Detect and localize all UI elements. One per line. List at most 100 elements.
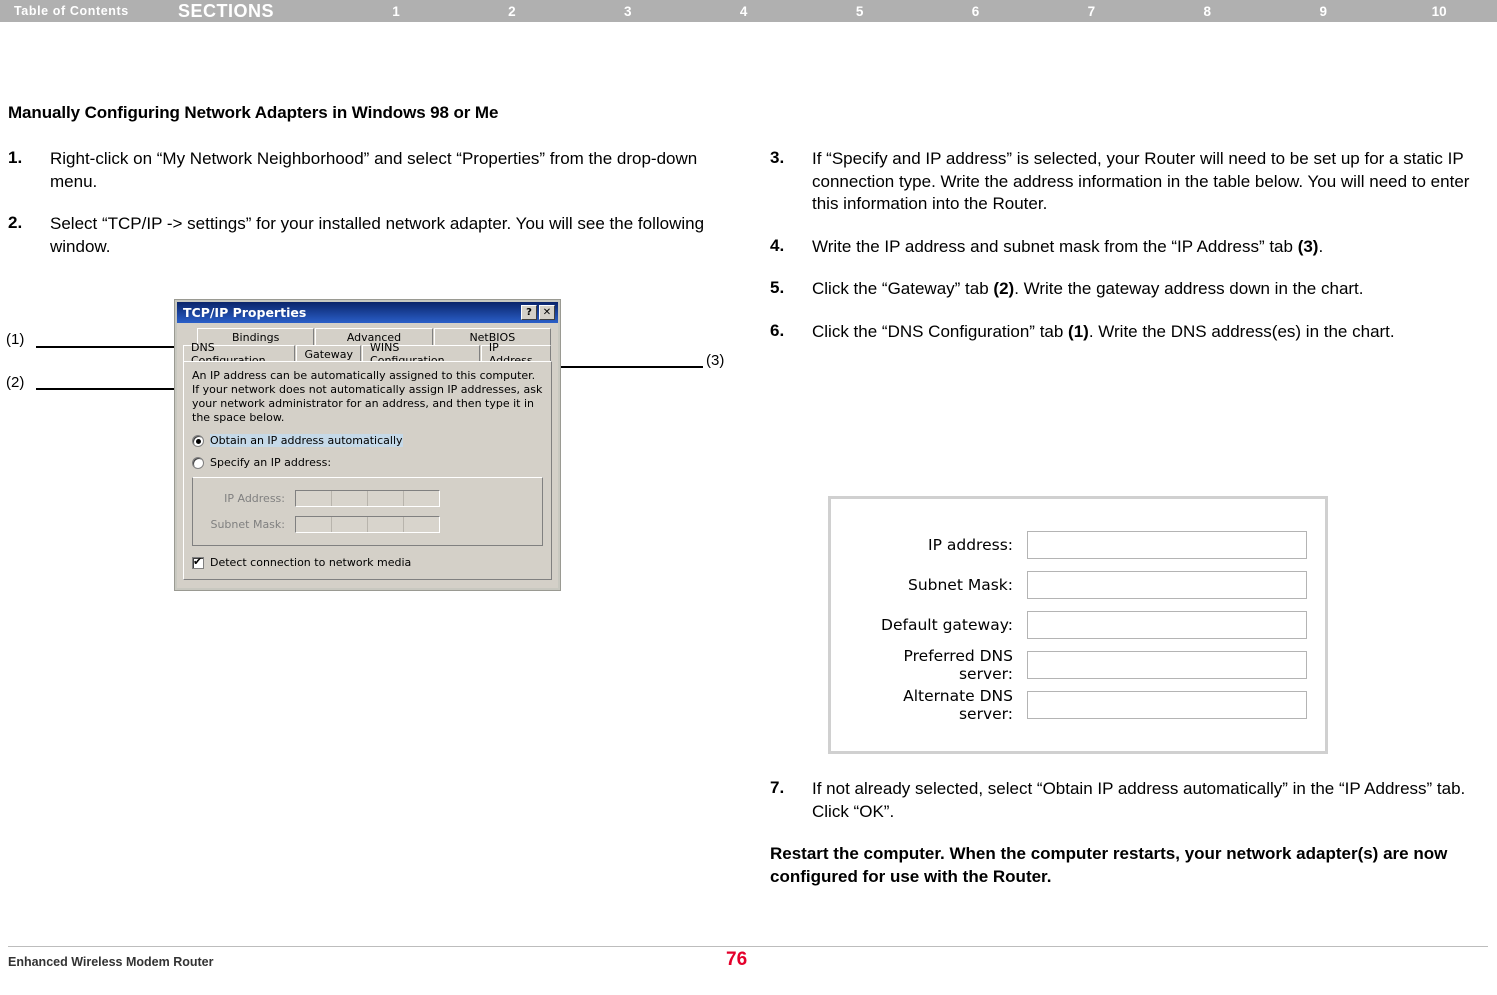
- tab-dns-configuration[interactable]: DNS Configuration: [183, 341, 296, 367]
- form-input-default-gateway[interactable]: [1027, 611, 1307, 639]
- ip-address-description: An IP address can be automatically assig…: [192, 369, 543, 425]
- form-row-subnet-mask: Subnet Mask:: [849, 565, 1307, 605]
- step-2-number: 2.: [8, 213, 23, 233]
- detect-connection-row[interactable]: Detect connection to network media: [192, 555, 543, 570]
- form-label-alternate-dns: Alternate DNS server:: [903, 687, 1013, 723]
- form-label-default-gateway: Default gateway:: [881, 616, 1013, 634]
- tcpip-properties-screenshot: TCP/IP Properties ? ✕ Bindings Advanced …: [175, 300, 560, 591]
- dialog-tab-row-2: DNS Configuration Gateway WINS Configura…: [183, 341, 552, 367]
- page-title: Manually Configuring Network Adapters in…: [8, 103, 499, 122]
- section-number-6[interactable]: 6: [918, 4, 1034, 19]
- dialog-titlebar: TCP/IP Properties ? ✕: [177, 302, 558, 323]
- ip-octet-4: [404, 491, 439, 506]
- step-3: 3. If “Specify and IP address” is select…: [770, 148, 1485, 216]
- closing-note: Restart the computer. When the computer …: [770, 844, 1448, 886]
- form-input-preferred-dns[interactable]: [1027, 651, 1307, 679]
- step-5-text-post: . Write the gateway address down in the …: [1014, 279, 1364, 299]
- section-number-9[interactable]: 9: [1265, 4, 1381, 19]
- tab-ip-address[interactable]: IP Address: [480, 341, 552, 367]
- subnet-mask-field-label: Subnet Mask:: [210, 518, 285, 532]
- section-number-list: 1 2 3 4 5 6 7 8 9 10: [338, 4, 1497, 19]
- form-row-ip-address: IP address:: [849, 525, 1307, 565]
- section-number-5[interactable]: 5: [802, 4, 918, 19]
- form-label-subnet-mask: Subnet Mask:: [907, 576, 1013, 594]
- step-3-text: If “Specify and IP address” is selected,…: [812, 149, 1470, 214]
- step-5: 5. Click the “Gateway” tab (2). Write th…: [770, 278, 1485, 301]
- form-label-preferred-dns: Preferred DNS server:: [903, 647, 1013, 683]
- ip-address-input[interactable]: [295, 490, 440, 508]
- subnet-octet-4: [404, 517, 439, 532]
- step-1-text: Right-click on “My Network Neighborhood”…: [50, 149, 698, 191]
- specify-ip-radio[interactable]: [192, 456, 204, 469]
- ip-address-tab-panel: An IP address can be automatically assig…: [183, 361, 552, 581]
- section-number-8[interactable]: 8: [1149, 4, 1265, 19]
- ip-octet-1: [296, 491, 332, 507]
- tab-wins-configuration[interactable]: WINS Configuration: [362, 341, 480, 367]
- step-4-text-pre: Write the IP address and subnet mask fro…: [812, 236, 1298, 256]
- section-number-2[interactable]: 2: [454, 4, 570, 19]
- network-settings-form-image: IP address: Subnet Mask: Default gateway…: [828, 496, 1328, 754]
- footer-page-number: 76: [726, 949, 748, 970]
- step-6: 6. Click the “DNS Configuration” tab (1)…: [770, 321, 1485, 344]
- form-row-preferred-dns: Preferred DNS server:: [849, 645, 1307, 685]
- section-number-10[interactable]: 10: [1381, 4, 1497, 19]
- step-6-text: Click the “DNS Configuration” tab (1). W…: [812, 321, 1395, 344]
- right-column-lower: 7. If not already selected, select “Obta…: [770, 778, 1485, 888]
- detect-connection-label: Detect connection to network media: [210, 556, 412, 570]
- form-input-alternate-dns[interactable]: [1027, 691, 1307, 719]
- section-number-7[interactable]: 7: [1033, 4, 1149, 19]
- step-3-number: 3.: [770, 148, 785, 167]
- section-number-3[interactable]: 3: [570, 4, 686, 19]
- obtain-ip-automatically-label: Obtain an IP address automatically: [210, 434, 403, 448]
- form-label-ip-address: IP address:: [928, 536, 1013, 554]
- dialog-title-buttons: ? ✕: [521, 305, 558, 320]
- subnet-octet-3: [368, 517, 404, 533]
- help-icon[interactable]: ?: [521, 305, 537, 320]
- obtain-ip-automatically-radio[interactable]: [192, 434, 204, 447]
- specify-ip-label: Specify an IP address:: [210, 456, 332, 470]
- dialog-body: Bindings Advanced NetBIOS DNS Configurat…: [177, 323, 558, 588]
- ip-address-field-label: IP Address:: [224, 492, 285, 506]
- step-4-text-post: .: [1318, 236, 1324, 256]
- form-input-subnet-mask[interactable]: [1027, 571, 1307, 599]
- form-row-alternate-dns: Alternate DNS server:: [849, 685, 1307, 725]
- table-of-contents-link[interactable]: Table of Contents: [0, 4, 178, 18]
- step-4-number: 4.: [770, 235, 785, 255]
- subnet-octet-2: [332, 517, 368, 533]
- step-5-text: Click the “Gateway” tab (2). Write the g…: [812, 278, 1364, 301]
- specify-ip-row[interactable]: Specify an IP address:: [192, 456, 543, 469]
- tcpip-properties-dialog: TCP/IP Properties ? ✕ Bindings Advanced …: [175, 300, 560, 591]
- form-row-default-gateway: Default gateway:: [849, 605, 1307, 645]
- section-number-1[interactable]: 1: [338, 4, 454, 19]
- top-navigation-bar: Table of Contents SECTIONS 1 2 3 4 5 6 7…: [0, 0, 1497, 22]
- step-5-number: 5.: [770, 278, 785, 298]
- callout-line-1: [36, 346, 178, 348]
- step-6-text-pre: Click the “DNS Configuration” tab: [812, 322, 1069, 342]
- callout-label-1: (1): [6, 331, 25, 348]
- subnet-mask-input[interactable]: [295, 516, 440, 534]
- step-5-bold: (2): [993, 279, 1015, 299]
- step-6-bold: (1): [1068, 322, 1089, 342]
- subnet-mask-field-row: Subnet Mask:: [203, 516, 532, 534]
- detect-connection-checkbox[interactable]: [192, 555, 204, 569]
- step-6-text-post: . Write the DNS address(es) in the chart…: [1088, 322, 1395, 342]
- form-input-ip-address[interactable]: [1027, 531, 1307, 559]
- footer-product-name: Enhanced Wireless Modem Router: [8, 955, 214, 969]
- step-2: 2. Select “TCP/IP -> settings” for your …: [8, 213, 723, 258]
- footer-divider: [8, 946, 1488, 947]
- tab-gateway[interactable]: Gateway: [296, 345, 362, 362]
- obtain-ip-automatically-row[interactable]: Obtain an IP address automatically: [192, 434, 543, 448]
- ip-octet-3: [368, 491, 404, 507]
- left-column: 1. Right-click on “My Network Neighborho…: [8, 148, 723, 278]
- ip-fields-group: IP Address: Subnet Mask:: [192, 477, 543, 547]
- step-4-text: Write the IP address and subnet mask fro…: [812, 236, 1323, 259]
- close-icon[interactable]: ✕: [539, 305, 555, 320]
- step-7-text: If not already selected, select “Obtain …: [812, 779, 1466, 821]
- right-column: 3. If “Specify and IP address” is select…: [770, 148, 1485, 364]
- step-7-number: 7.: [770, 778, 785, 797]
- ip-address-field-row: IP Address:: [203, 490, 532, 508]
- step-4-bold: (3): [1297, 236, 1319, 256]
- section-number-4[interactable]: 4: [686, 4, 802, 19]
- dialog-title-text: TCP/IP Properties: [183, 305, 307, 320]
- step-5-text-pre: Click the “Gateway” tab: [812, 279, 994, 299]
